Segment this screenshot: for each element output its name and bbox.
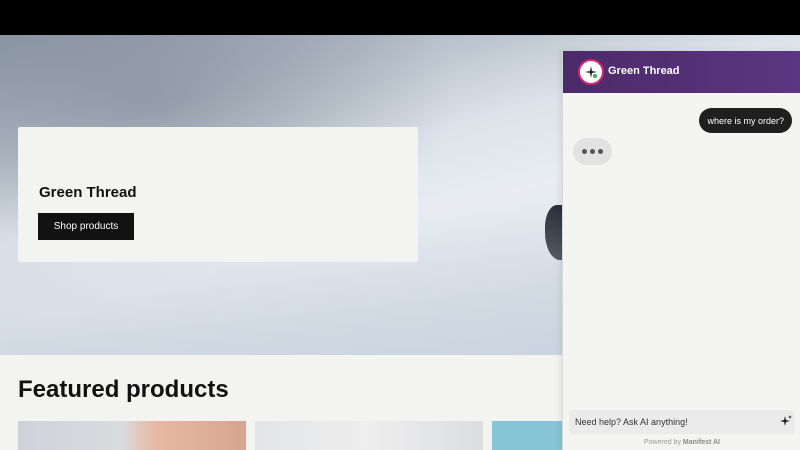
sparkle-icon[interactable] bbox=[779, 414, 793, 428]
chat-avatar bbox=[578, 59, 604, 85]
powered-by-footer: Powered by Manifest AI bbox=[563, 439, 800, 446]
shop-products-button[interactable]: Shop products bbox=[38, 213, 134, 240]
product-card[interactable] bbox=[492, 421, 572, 450]
featured-products-title: Featured products bbox=[18, 376, 229, 403]
chat-header: Green Thread bbox=[563, 51, 800, 93]
typing-dot bbox=[598, 149, 603, 154]
avatar-sparkle-icon bbox=[585, 66, 597, 78]
hero-card: Green Thread Shop products bbox=[18, 127, 418, 262]
chat-brand-name: Green Thread bbox=[608, 65, 680, 77]
powered-prefix: Powered by bbox=[644, 439, 683, 446]
chat-input-box[interactable] bbox=[569, 410, 795, 434]
typing-dot bbox=[582, 149, 587, 154]
product-card[interactable] bbox=[18, 421, 246, 450]
chat-input[interactable] bbox=[575, 412, 765, 432]
typing-dot bbox=[590, 149, 595, 154]
hero-title: Green Thread bbox=[39, 184, 137, 201]
user-message-bubble: where is my order? bbox=[699, 108, 792, 133]
chat-widget: Green Thread where is my order? Powered … bbox=[562, 51, 800, 450]
powered-brand-link[interactable]: Manifest AI bbox=[683, 439, 720, 446]
product-card[interactable] bbox=[255, 421, 483, 450]
typing-indicator bbox=[573, 138, 612, 165]
top-bar bbox=[0, 0, 800, 35]
